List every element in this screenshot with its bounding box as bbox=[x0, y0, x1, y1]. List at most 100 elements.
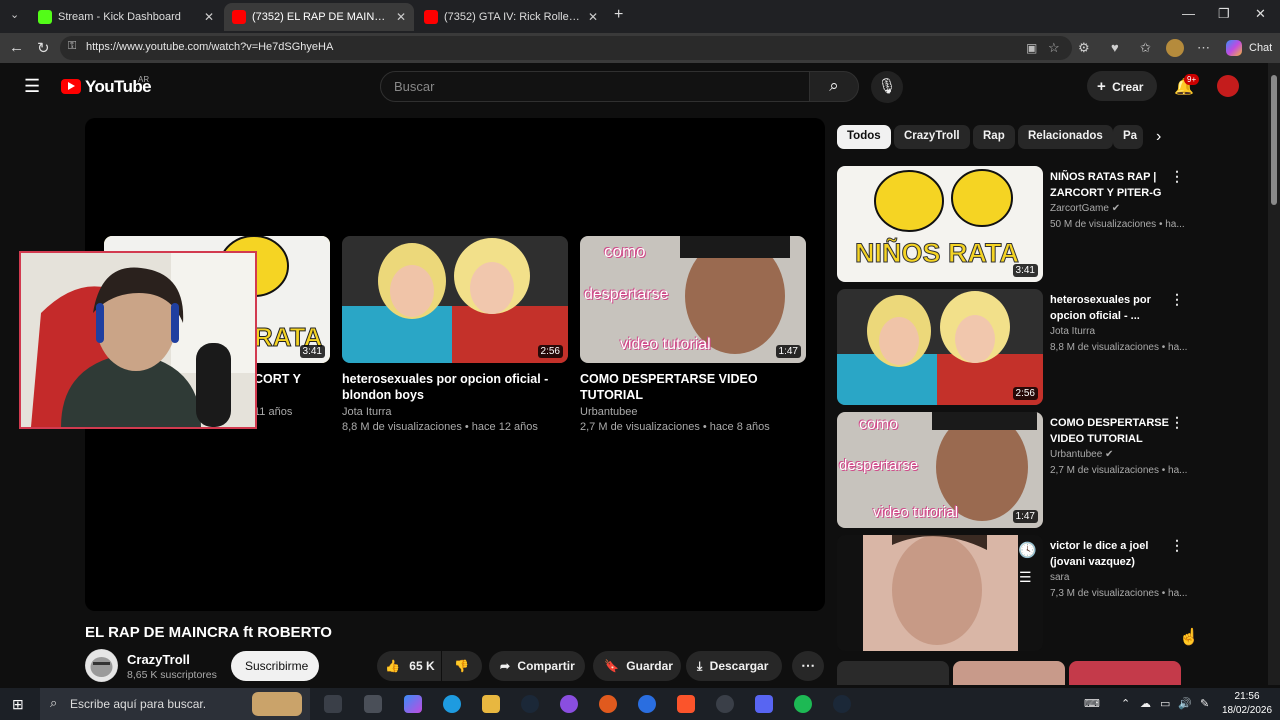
like-button[interactable]: 👍 65 K bbox=[377, 651, 441, 681]
app-icon[interactable] bbox=[560, 695, 578, 713]
windows-taskbar: ⊞ ⌕ Escribe aquí para buscar. ⌨ ⌃ ☁ ▭ 🔊 … bbox=[0, 688, 1280, 720]
ea-app-icon[interactable] bbox=[599, 695, 617, 713]
chip-todos[interactable]: Todos bbox=[837, 125, 891, 149]
account-avatar[interactable] bbox=[1217, 75, 1239, 97]
extensions-icon[interactable]: ⚙ bbox=[1078, 40, 1090, 56]
recommended-video[interactable]: NIÑOS RATA 3:41 NIÑOS RATAS RAP | ZARCOR… bbox=[837, 166, 1187, 282]
taskbar-clock[interactable]: 21:56 18/02/2026 bbox=[1222, 690, 1272, 718]
app-icon[interactable] bbox=[716, 695, 734, 713]
youtube-favicon-icon bbox=[424, 10, 438, 24]
end-card-meta: 8,8 M de visualizaciones • hace 12 años bbox=[342, 421, 538, 433]
task-view-icon[interactable] bbox=[324, 695, 342, 713]
recommended-video-partial[interactable] bbox=[1069, 661, 1181, 685]
rec-channel: ZarcortGame ✔ bbox=[1050, 203, 1121, 214]
minimize-icon[interactable]: — bbox=[1182, 6, 1195, 21]
reload-icon[interactable]: ↻ bbox=[37, 39, 50, 57]
page-scrollbar[interactable] bbox=[1268, 63, 1280, 685]
file-explorer-icon[interactable] bbox=[482, 695, 500, 713]
cloud-icon[interactable]: ☁ bbox=[1140, 697, 1151, 710]
copilot-chat-label[interactable]: Chat bbox=[1249, 42, 1272, 54]
chips-next-chevron-icon[interactable]: › bbox=[1156, 128, 1161, 146]
recommended-video[interactable]: como despertarse video tutorial 1:47 COM… bbox=[837, 412, 1187, 528]
search-icon: ⌕ bbox=[50, 695, 58, 710]
two-people-thumbnail-image bbox=[837, 289, 1043, 405]
end-card-thumbnail: como despertarse video tutorial 1:47 bbox=[580, 236, 806, 363]
windows-start-icon[interactable]: ⊞ bbox=[12, 696, 24, 713]
close-icon[interactable]: ✕ bbox=[588, 10, 598, 24]
duration-badge: 1:47 bbox=[775, 345, 801, 358]
dislike-button[interactable]: 👎 bbox=[442, 651, 482, 681]
end-card-video[interactable]: como despertarse video tutorial 1:47 COM… bbox=[580, 236, 806, 435]
channel-avatar[interactable] bbox=[85, 649, 118, 682]
steam-icon[interactable] bbox=[521, 695, 539, 713]
network-icon[interactable]: ▭ bbox=[1160, 697, 1170, 710]
recommended-video[interactable]: 🕓 ☰ victor le dice a joel (jovani vazque… bbox=[837, 535, 1187, 651]
add-to-queue-icon[interactable]: ☰ bbox=[1019, 569, 1032, 586]
spotify-icon[interactable] bbox=[794, 695, 812, 713]
streamer-webcam-overlay bbox=[19, 251, 257, 429]
copilot-icon[interactable] bbox=[1226, 40, 1242, 56]
menu-hamburger-icon[interactable]: ☰ bbox=[24, 76, 40, 97]
keyboard-icon[interactable]: ⌨ bbox=[1084, 697, 1100, 710]
share-button[interactable]: ➦ Compartir bbox=[489, 651, 585, 681]
end-card-video[interactable]: 2:56 heterosexuales por opcion oficial -… bbox=[342, 236, 568, 435]
recommended-video-partial[interactable] bbox=[953, 661, 1065, 685]
tab-gta-rickroll[interactable]: (7352) GTA IV: Rick Rolled EFLC (Or... ✕ bbox=[416, 3, 606, 31]
copilot-app-icon[interactable] bbox=[404, 695, 422, 713]
channel-name[interactable]: CrazyTroll bbox=[127, 652, 190, 667]
discord-icon[interactable] bbox=[755, 695, 773, 713]
youtube-logo-icon[interactable] bbox=[61, 79, 81, 94]
browser-essentials-icon[interactable]: ♥ bbox=[1111, 40, 1119, 55]
create-button[interactable]: + Crear bbox=[1087, 71, 1157, 101]
tray-chevron-icon[interactable]: ⌃ bbox=[1121, 697, 1130, 710]
volume-icon[interactable]: 🔊 bbox=[1178, 697, 1192, 710]
more-actions-button[interactable]: ⋯ bbox=[792, 651, 824, 681]
profile-avatar[interactable] bbox=[1166, 39, 1184, 57]
app-icon[interactable] bbox=[364, 695, 382, 713]
more-vert-icon[interactable]: ⋮ bbox=[1170, 537, 1184, 554]
more-vert-icon[interactable]: ⋮ bbox=[1170, 414, 1184, 431]
address-bar[interactable]: ⚿ https://www.youtube.com/watch?v=He7dSG… bbox=[60, 36, 1072, 60]
chip-relacionados[interactable]: Relacionados bbox=[1018, 125, 1113, 149]
window-close-icon[interactable]: ✕ bbox=[1255, 6, 1266, 22]
favorite-star-icon[interactable]: ☆ bbox=[1048, 40, 1060, 56]
search-input[interactable]: Buscar bbox=[380, 71, 810, 102]
search-button[interactable]: ⌕ bbox=[809, 71, 859, 102]
reader-mode-icon[interactable]: ▣ bbox=[1026, 41, 1037, 55]
tab-kick-dashboard[interactable]: Stream - Kick Dashboard ✕ bbox=[30, 3, 222, 31]
site-info-icon[interactable]: ⚿ bbox=[68, 40, 76, 53]
tab-rap-maincra[interactable]: (7352) EL RAP DE MAINCRA ft ROBERTO ✕ bbox=[224, 3, 414, 31]
back-arrow-icon[interactable]: ← bbox=[9, 39, 24, 56]
chip-crazytroll[interactable]: CrazyTroll bbox=[894, 125, 970, 149]
more-vert-icon[interactable]: ⋮ bbox=[1170, 168, 1184, 185]
scrollbar-thumb[interactable] bbox=[1271, 75, 1277, 205]
battlenet-icon[interactable] bbox=[638, 695, 656, 713]
save-button[interactable]: 🔖 Guardar bbox=[593, 651, 681, 681]
maximize-icon[interactable]: ❐ bbox=[1218, 6, 1230, 22]
recommended-video[interactable]: 2:56 heterosexuales por opcion oficial -… bbox=[837, 289, 1187, 405]
subscribe-button[interactable]: Suscribirme bbox=[231, 651, 319, 681]
new-tab-plus-icon[interactable]: + bbox=[614, 6, 623, 24]
watch-later-clock-icon[interactable]: 🕓 bbox=[1018, 541, 1037, 559]
voice-search-button[interactable]: 🎙 bbox=[871, 71, 903, 103]
brave-browser-icon[interactable] bbox=[677, 695, 695, 713]
rec-title: COMO DESPERTARSE VIDEO TUTORIAL bbox=[1050, 417, 1169, 445]
taskbar-search-input[interactable]: ⌕ Escribe aquí para buscar. bbox=[40, 688, 310, 720]
steam-icon[interactable] bbox=[833, 695, 851, 713]
pen-icon[interactable]: ✎ bbox=[1200, 697, 1209, 710]
chip-partial[interactable]: Pa bbox=[1113, 125, 1143, 149]
edge-browser-icon[interactable] bbox=[443, 695, 461, 713]
browser-toolbar: ← ↻ ⚿ https://www.youtube.com/watch?v=He… bbox=[0, 33, 1280, 63]
close-icon[interactable]: ✕ bbox=[204, 10, 214, 24]
more-vert-icon[interactable]: ⋮ bbox=[1170, 291, 1184, 308]
thumb-text: video tutorial bbox=[873, 504, 959, 521]
more-menu-icon[interactable]: ⋯ bbox=[1197, 40, 1210, 56]
recommended-video-partial[interactable] bbox=[837, 661, 949, 685]
chip-rap[interactable]: Rap bbox=[973, 125, 1015, 149]
favorites-icon[interactable]: ✩ bbox=[1140, 40, 1151, 56]
thumb-text: NIÑOS RATA bbox=[855, 238, 1020, 269]
tab-list-chevron-icon[interactable]: ⌄ bbox=[10, 8, 19, 21]
download-button[interactable]: ⤓ Descargar bbox=[686, 651, 782, 681]
close-icon[interactable]: ✕ bbox=[396, 10, 406, 24]
download-label: Descargar bbox=[709, 659, 769, 673]
